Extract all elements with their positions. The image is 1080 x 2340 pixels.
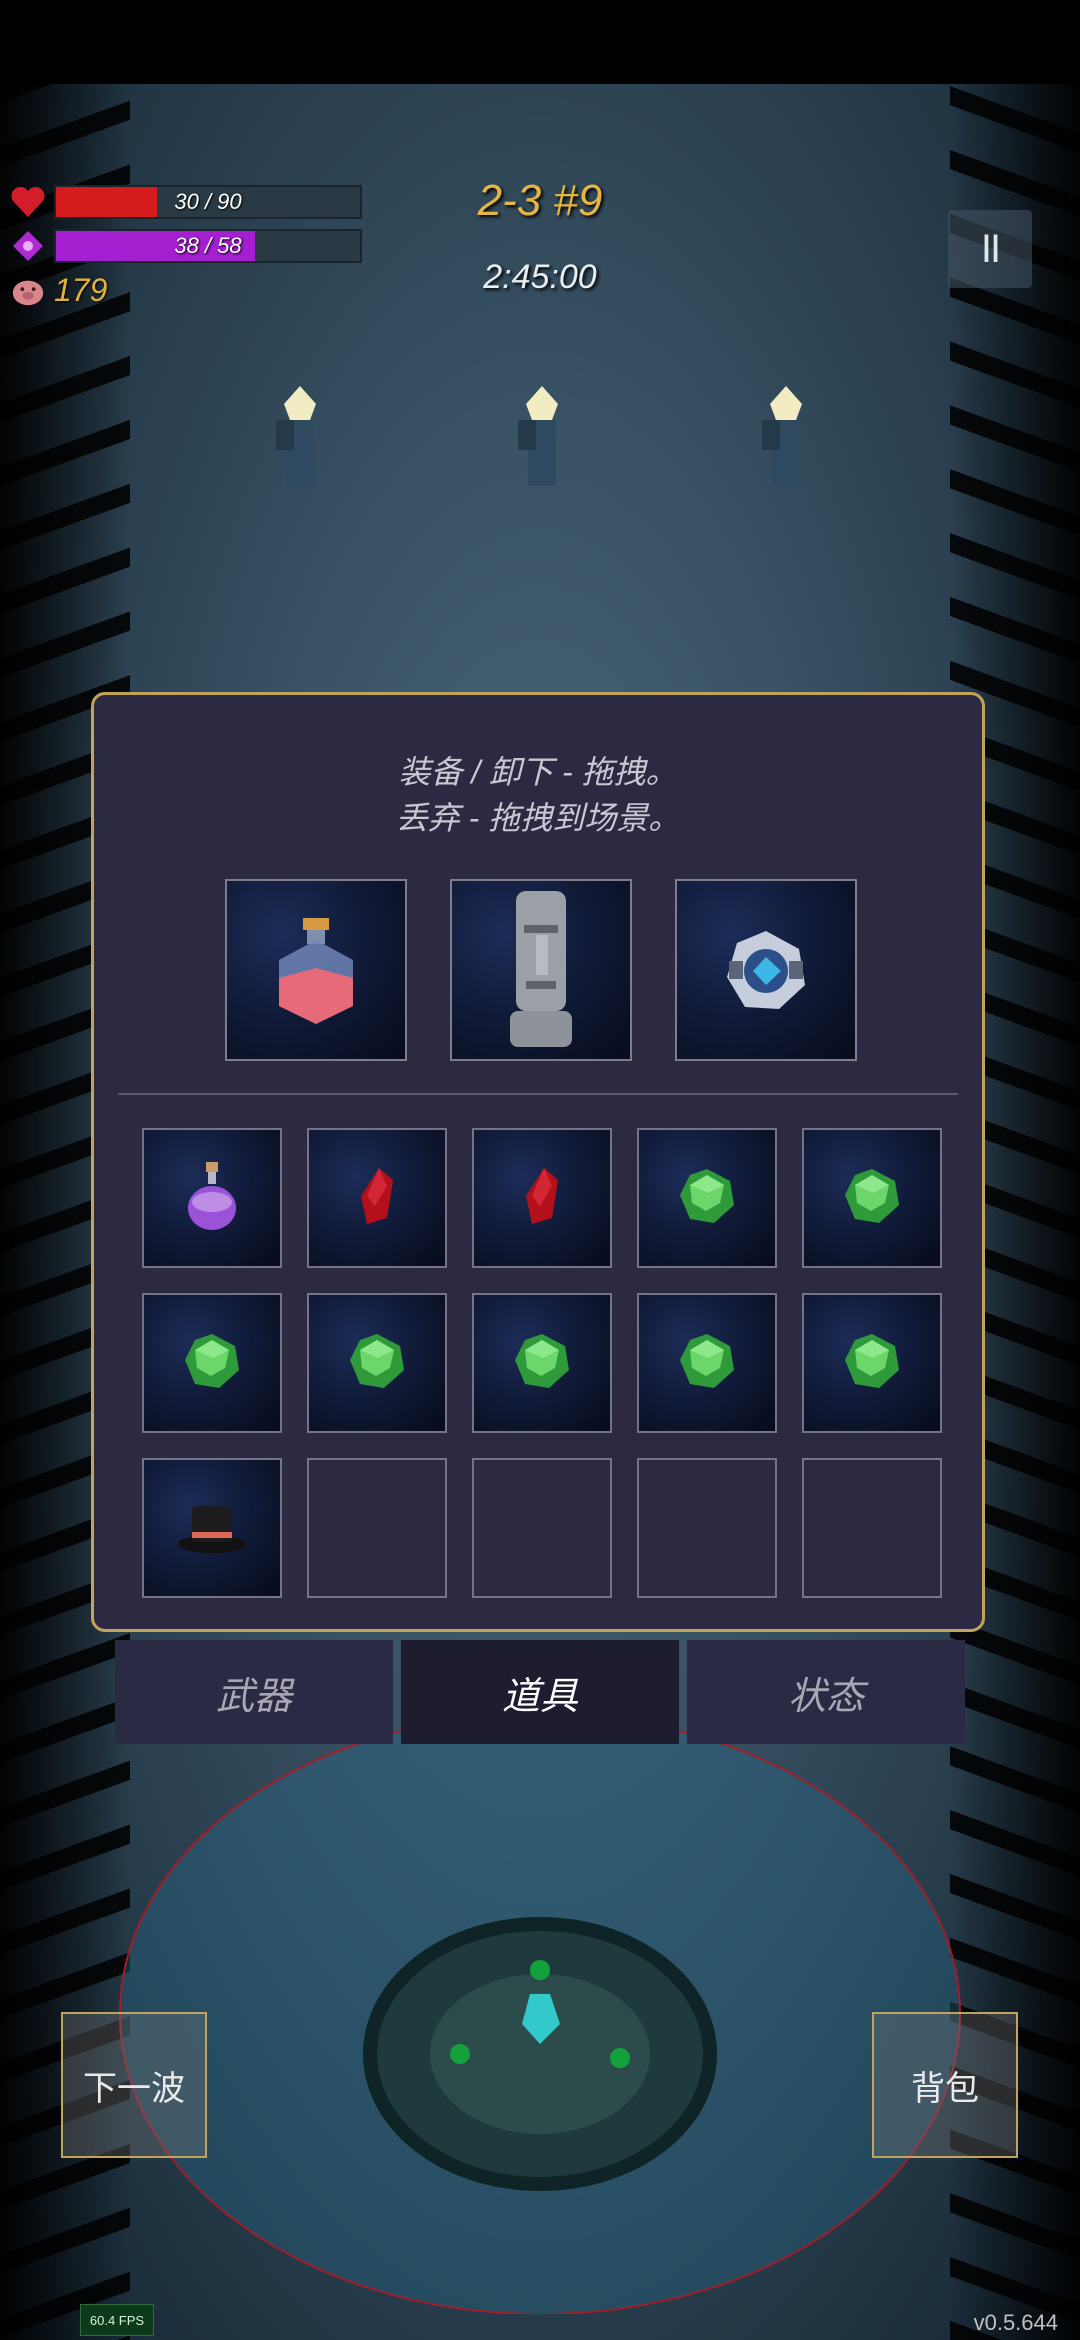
- inventory-panel: 装备 / 卸下 - 拖拽。 丢弃 - 拖拽到场景。: [91, 692, 985, 1632]
- backpack-button[interactable]: 背包: [872, 2012, 1018, 2158]
- tab-items[interactable]: 道具: [401, 1640, 679, 1744]
- green-gem-icon: [678, 1332, 736, 1395]
- green-gem-icon: [843, 1332, 901, 1395]
- moai-head-statue-icon: [510, 891, 572, 1047]
- tower-icon: [518, 386, 558, 486]
- inventory-slot[interactable]: [637, 1293, 777, 1433]
- red-crystal-icon: [357, 1166, 397, 1231]
- inventory-slot[interactable]: [142, 1128, 282, 1268]
- inventory-slot[interactable]: [802, 1458, 942, 1598]
- tower-icon: [762, 386, 802, 486]
- green-gem-icon: [678, 1167, 736, 1230]
- tab-weapons[interactable]: 武器: [115, 1640, 393, 1744]
- version-label: v0.5.644: [973, 2310, 1058, 2335]
- inventory-slot[interactable]: [802, 1128, 942, 1268]
- equipped-slot-1[interactable]: [225, 879, 407, 1061]
- inventory-slot[interactable]: [142, 1458, 282, 1598]
- green-gem-icon: [183, 1332, 241, 1395]
- inventory-slot[interactable]: [637, 1458, 777, 1598]
- inventory-slot[interactable]: [307, 1293, 447, 1433]
- mana-value: 38 / 58: [174, 233, 242, 258]
- purple-potion-icon: [182, 1158, 242, 1239]
- pink-potion-flask-icon: [279, 918, 353, 1024]
- inventory-slot[interactable]: [307, 1128, 447, 1268]
- pause-icon: II: [980, 226, 1001, 271]
- hint-equip: 装备 / 卸下 - 拖拽。: [398, 754, 678, 790]
- red-crystal-icon: [522, 1166, 562, 1231]
- inventory-slot[interactable]: [307, 1458, 447, 1598]
- inventory-slot[interactable]: [802, 1293, 942, 1433]
- next-wave-button[interactable]: 下一波: [61, 2012, 207, 2158]
- green-gem-icon: [843, 1167, 901, 1230]
- pause-button[interactable]: II: [948, 210, 1032, 288]
- green-gem-icon: [348, 1332, 406, 1395]
- inventory-slot[interactable]: [472, 1458, 612, 1598]
- inventory-slot[interactable]: [637, 1128, 777, 1268]
- equipped-slot-3[interactable]: [675, 879, 857, 1061]
- stage-label: 2-3 #9: [477, 176, 603, 225]
- inventory-slot[interactable]: [472, 1293, 612, 1433]
- inventory-slot[interactable]: [472, 1128, 612, 1268]
- section-divider: [118, 1093, 958, 1095]
- equipped-slot-2[interactable]: [450, 879, 632, 1061]
- status-bar: [0, 0, 1080, 84]
- fps-counter: 60.4 FPS: [80, 2304, 154, 2336]
- blue-orb-gear-icon: [727, 931, 805, 1009]
- top-hat-icon: [176, 1496, 248, 1561]
- tower-icon: [276, 386, 316, 486]
- hint-discard: 丢弃 - 拖拽到场景。: [395, 800, 681, 836]
- magic-circle-base: [119, 1713, 961, 2314]
- inventory-slot[interactable]: [142, 1293, 282, 1433]
- wave-timer: 2:45:00: [483, 258, 597, 296]
- tab-status[interactable]: 状态: [687, 1640, 965, 1744]
- green-gem-icon: [513, 1332, 571, 1395]
